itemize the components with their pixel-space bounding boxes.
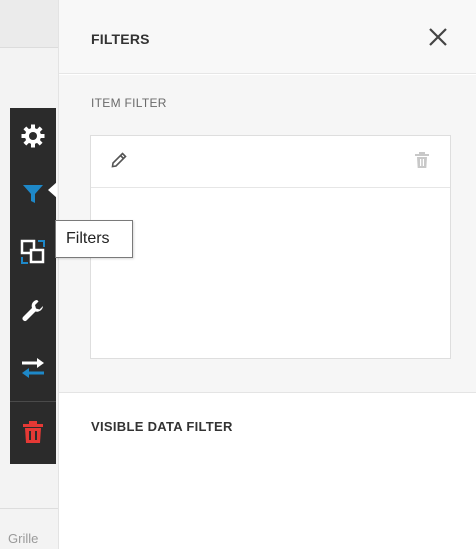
convert-icon	[19, 238, 47, 271]
filter-icon	[20, 181, 46, 212]
gear-icon	[20, 123, 46, 154]
trash-icon	[20, 419, 46, 450]
edit-filter-button[interactable]	[107, 150, 131, 174]
trash-icon	[414, 151, 430, 174]
toolbar-divider	[10, 401, 56, 402]
delete-item-button[interactable]	[10, 408, 56, 460]
filter-card-toolbar	[91, 136, 450, 188]
filter-criteria-area[interactable]	[91, 189, 450, 358]
visible-data-filter-label: VISIBLE DATA FILTER	[91, 419, 233, 434]
filters-panel: FILTERS ITEM FILTER VISIBLE DATA FILTER	[58, 0, 476, 549]
panel-header: FILTERS	[59, 0, 476, 74]
interactivity-button[interactable]	[10, 344, 56, 396]
item-side-toolbar	[10, 108, 56, 464]
background-item-caption: Grille	[8, 531, 39, 546]
wrench-icon	[20, 297, 46, 328]
pencil-icon	[110, 151, 128, 174]
panel-title: FILTERS	[91, 31, 150, 47]
tooltip-text: Filters	[66, 230, 110, 247]
canvas-divider	[0, 508, 58, 509]
convert-button[interactable]	[10, 228, 56, 280]
settings-button[interactable]	[10, 112, 56, 164]
close-icon	[428, 27, 448, 52]
close-panel-button[interactable]	[423, 24, 453, 54]
swap-arrows-icon	[19, 354, 47, 387]
filters-tooltip: Filters	[55, 220, 133, 258]
item-filter-editor	[90, 135, 451, 359]
active-tool-indicator	[48, 182, 57, 198]
dashboard-header-strip	[0, 0, 58, 48]
clear-filter-button[interactable]	[410, 150, 434, 174]
item-filter-label: ITEM FILTER	[91, 96, 167, 110]
options-button[interactable]	[10, 286, 56, 338]
